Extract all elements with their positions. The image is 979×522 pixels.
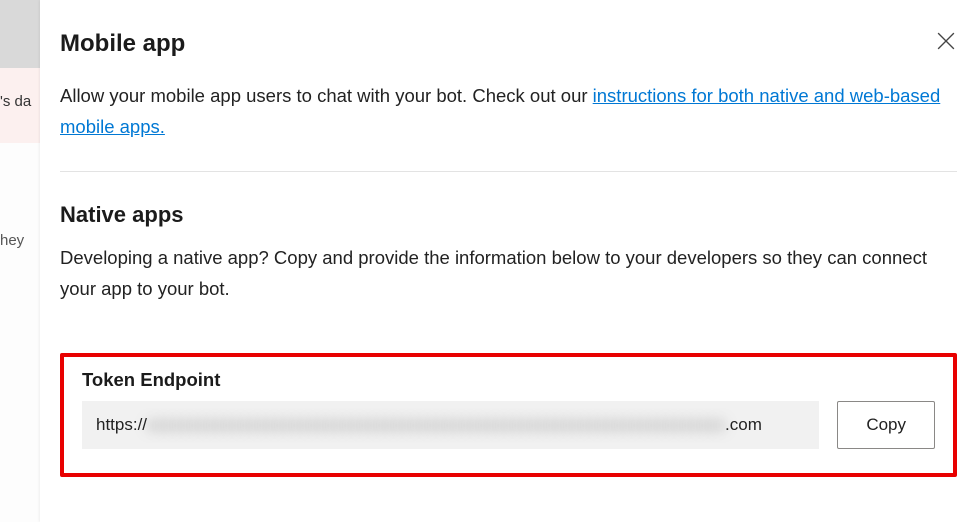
panel-title: Mobile app xyxy=(60,30,185,58)
native-apps-description: Developing a native app? Copy and provid… xyxy=(60,242,957,305)
endpoint-blurred: xxxxxxxxxxxxxxxxxxxxxxxxxxxxxxxxxxxxxxxx… xyxy=(147,415,725,434)
background-banner: 's da xyxy=(0,68,40,143)
endpoint-suffix: .com xyxy=(725,415,762,434)
token-endpoint-label: Token Endpoint xyxy=(82,369,935,391)
bg-banner-text: 's da xyxy=(0,93,31,110)
divider xyxy=(60,171,957,172)
bg-text-fragment: hey xyxy=(0,232,24,249)
token-endpoint-row: https://xxxxxxxxxxxxxxxxxxxxxxxxxxxxxxxx… xyxy=(82,401,935,449)
close-icon[interactable] xyxy=(937,32,955,50)
background-text: hey xyxy=(0,232,24,249)
endpoint-prefix: https:// xyxy=(96,415,147,434)
panel-description: Allow your mobile app users to chat with… xyxy=(60,80,957,143)
panel-header: Mobile app xyxy=(60,30,957,80)
token-endpoint-field[interactable]: https://xxxxxxxxxxxxxxxxxxxxxxxxxxxxxxxx… xyxy=(82,401,819,449)
background-header xyxy=(0,0,40,68)
token-endpoint-highlight: Token Endpoint https://xxxxxxxxxxxxxxxxx… xyxy=(60,353,957,477)
native-apps-title: Native apps xyxy=(60,202,957,228)
mobile-app-panel: Mobile app Allow your mobile app users t… xyxy=(40,0,979,522)
description-text: Allow your mobile app users to chat with… xyxy=(60,85,593,106)
copy-button[interactable]: Copy xyxy=(837,401,935,449)
